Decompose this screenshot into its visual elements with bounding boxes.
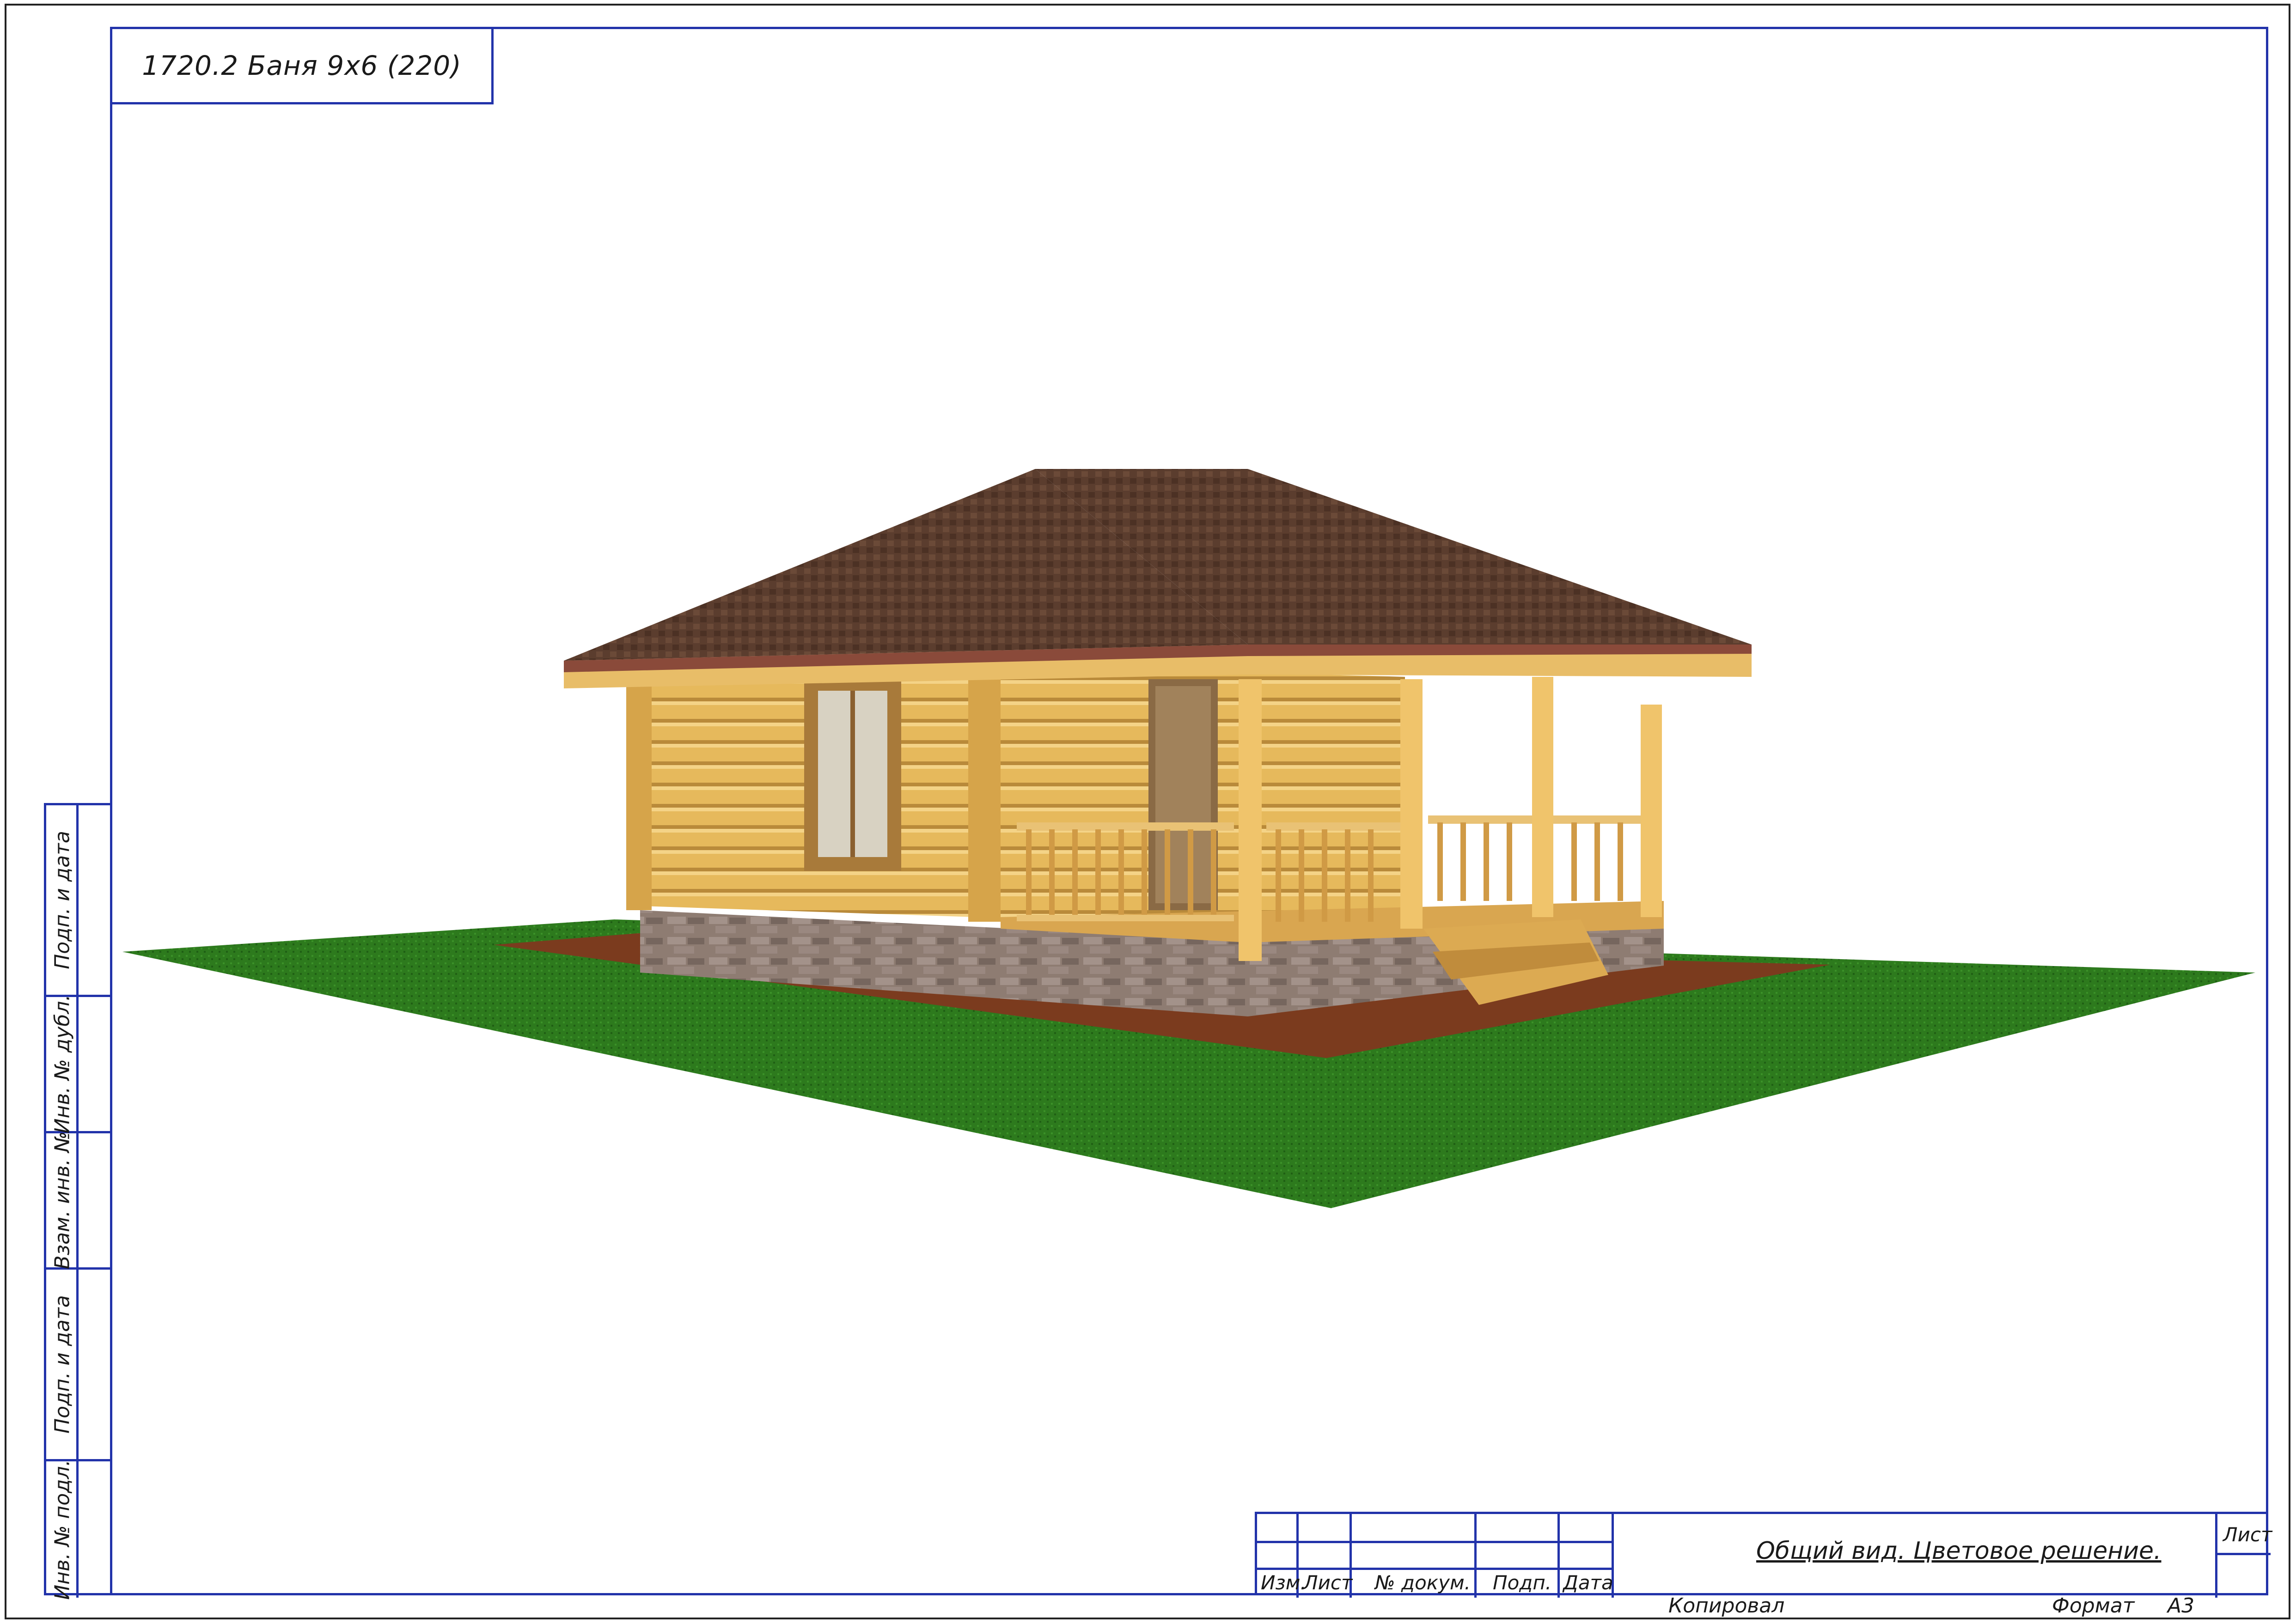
side-cell: Подп. и дата	[46, 1270, 110, 1461]
side-strip: Подп. и дата Инв. № дубл. Взам. инв. № П…	[44, 803, 112, 1600]
side-label: Подп. и дата	[50, 831, 74, 969]
col-izm: Изм.	[1261, 1571, 1307, 1594]
format-value: А3	[2168, 1594, 2195, 1618]
col-doc: № докум.	[1375, 1571, 1471, 1594]
wall-left	[629, 665, 975, 917]
col-list: Лист	[1303, 1571, 1353, 1594]
sheet-number-label: Лист	[2223, 1523, 2272, 1546]
side-cell: Инв. № дубл.	[46, 994, 110, 1134]
format-label: Формат	[2052, 1594, 2135, 1618]
copied-label: Копировал	[1668, 1594, 1785, 1618]
side-label: Инв. № дубл.	[50, 994, 74, 1134]
title-block: Изм. Лист № докум. Подп. Дата Общий вид.…	[1255, 1512, 2272, 1598]
house-render	[122, 469, 2255, 1208]
col-date: Дата	[1563, 1571, 1613, 1594]
side-label: Подп. и дата	[50, 1295, 74, 1434]
side-label: Инв. № подл.	[50, 1459, 74, 1600]
side-cell: Инв. № подл.	[46, 1459, 110, 1600]
side-label: Взам. инв. №	[50, 1131, 74, 1270]
side-cell: Взам. инв. №	[46, 1131, 110, 1270]
sheet-description: Общий вид. Цветовое решение.	[1756, 1537, 2162, 1565]
col-podp: Подп.	[1493, 1571, 1552, 1594]
side-cell: Подп. и дата	[46, 805, 110, 997]
